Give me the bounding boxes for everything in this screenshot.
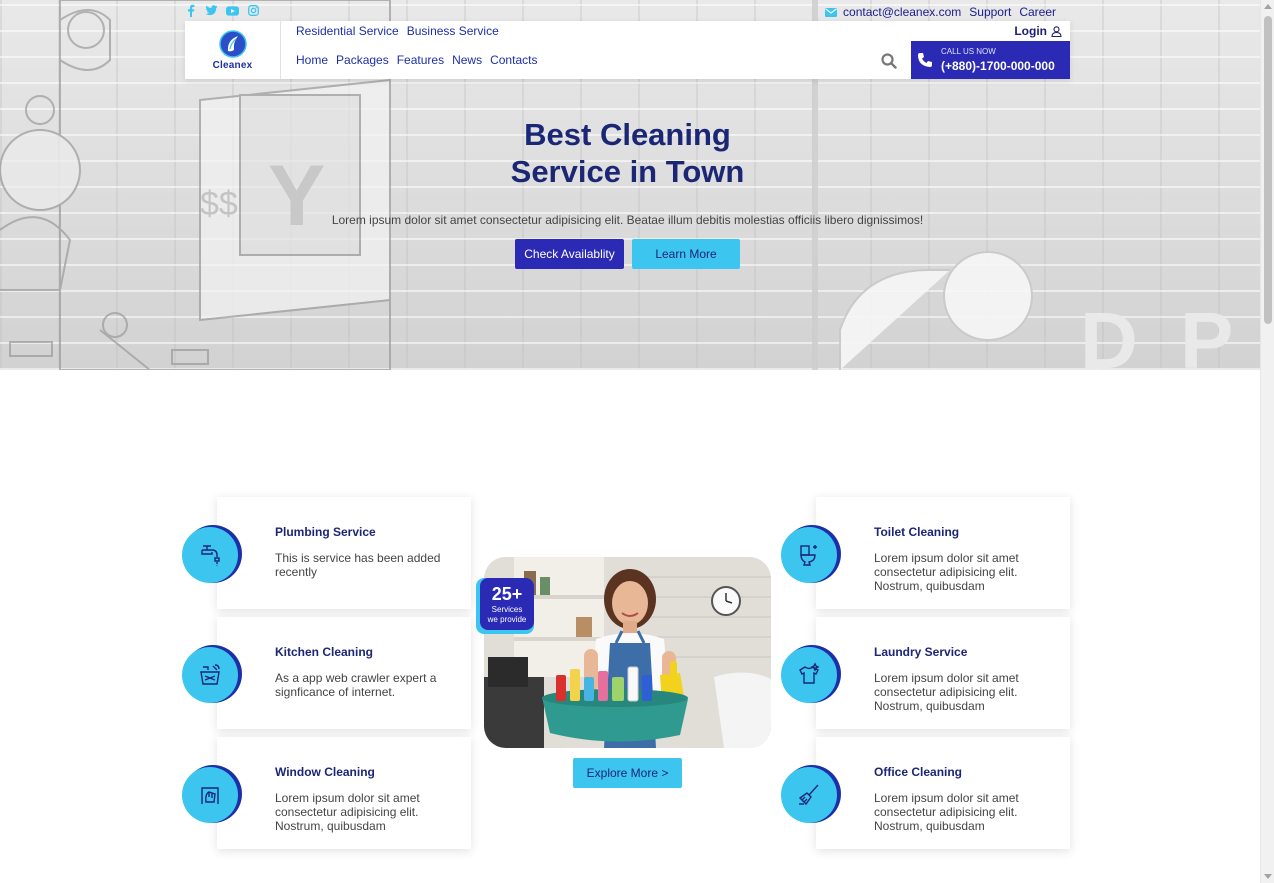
nav-news[interactable]: News xyxy=(452,53,482,67)
social-links xyxy=(184,4,260,17)
site-logo[interactable]: Cleanex xyxy=(185,21,281,79)
explore-more-button[interactable]: Explore More > xyxy=(573,758,682,788)
hero-title-line2: Service in Town xyxy=(510,154,745,189)
shirt-icon xyxy=(799,662,820,684)
toilet-icon xyxy=(800,545,817,566)
service-description: As a app web crawler expert a signficanc… xyxy=(275,671,437,699)
service-card-office[interactable]: Office Cleaning Lorem ipsum dolor sit am… xyxy=(816,737,1070,849)
badge-label-line1: Services xyxy=(491,605,523,614)
main-nav: Home Packages Features News Contacts xyxy=(296,53,537,67)
scroll-down-arrow-icon[interactable] xyxy=(1264,874,1272,879)
login-label: Login xyxy=(1014,24,1047,38)
hero-buttons: Check Availablity Learn More xyxy=(515,239,740,269)
kitchen-sink-icon xyxy=(200,664,220,685)
call-label: CALL US NOW xyxy=(941,47,996,56)
broom-icon xyxy=(798,784,819,806)
nav-business-service[interactable]: Business Service xyxy=(407,24,499,38)
nav-home[interactable]: Home xyxy=(296,53,328,67)
instagram-icon[interactable] xyxy=(247,4,260,17)
cleanex-logo-icon xyxy=(218,29,247,58)
topbar-career-link[interactable]: Career xyxy=(1019,5,1056,19)
call-number: (+880)-1700-000-000 xyxy=(941,59,1055,73)
call-us-box[interactable]: CALL US NOW (+880)-1700-000-000 xyxy=(911,41,1070,79)
service-title: Toilet Cleaning xyxy=(874,525,960,539)
services-count-badge: 25+ Services we provide xyxy=(476,578,534,634)
service-title: Office Cleaning xyxy=(874,765,963,779)
search-icon[interactable] xyxy=(881,53,897,69)
service-title: Kitchen Cleaning xyxy=(275,645,374,659)
facebook-icon[interactable] xyxy=(184,4,197,17)
service-title: Plumbing Service xyxy=(275,525,376,539)
service-description: Lorem ipsum dolor sit amet consectetur a… xyxy=(874,551,1019,593)
badge-label-line2: we provide xyxy=(487,615,527,624)
nav-area: Residential Service Business Service Hom… xyxy=(281,21,1070,79)
call-texts: CALL US NOW (+880)-1700-000-000 xyxy=(941,47,1055,73)
scroll-thumb[interactable] xyxy=(1264,16,1272,324)
service-description: Lorem ipsum dolor sit amet consectetur a… xyxy=(874,791,1019,833)
envelope-icon xyxy=(825,7,838,17)
badge-number: 25+ xyxy=(491,584,523,604)
svg-text:D: D xyxy=(1080,296,1138,370)
scroll-up-arrow-icon[interactable] xyxy=(1264,4,1272,9)
service-title: Window Cleaning xyxy=(275,765,375,779)
service-description: Lorem ipsum dolor sit amet consectetur a… xyxy=(275,791,420,833)
service-card-laundry[interactable]: Laundry Service Lorem ipsum dolor sit am… xyxy=(816,617,1070,729)
nav-features[interactable]: Features xyxy=(397,53,444,67)
learn-more-button[interactable]: Learn More xyxy=(632,239,740,269)
youtube-icon[interactable] xyxy=(226,4,239,17)
svg-text:P: P xyxy=(1180,296,1233,370)
service-title: Laundry Service xyxy=(874,645,968,659)
brand-name: Cleanex xyxy=(212,59,253,71)
service-card-toilet[interactable]: Toilet Cleaning Lorem ipsum dolor sit am… xyxy=(816,497,1070,609)
service-card-kitchen[interactable]: Kitchen Cleaning As a app web crawler ex… xyxy=(217,617,471,729)
login-link[interactable]: Login xyxy=(1014,24,1062,38)
topbar-contact-links: contact@cleanex.com Support Career xyxy=(825,5,1056,19)
check-availability-button[interactable]: Check Availablity xyxy=(515,239,624,269)
topbar-email-link[interactable]: contact@cleanex.com xyxy=(843,5,961,19)
user-icon xyxy=(1051,25,1062,37)
nav-packages[interactable]: Packages xyxy=(336,53,389,67)
twitter-icon[interactable] xyxy=(205,4,218,17)
window-wipe-icon xyxy=(201,787,219,804)
service-icon-kitchen xyxy=(182,645,242,705)
service-icon-toilet xyxy=(781,525,841,585)
service-card-plumbing[interactable]: Plumbing Service This is service has bee… xyxy=(217,497,471,609)
page-scrollbar[interactable] xyxy=(1260,0,1274,883)
faucet-icon xyxy=(201,545,220,566)
service-icon-plumbing xyxy=(182,525,242,585)
phone-icon xyxy=(918,53,932,67)
nav-contacts[interactable]: Contacts xyxy=(490,53,537,67)
hero-title-line1: Best Cleaning xyxy=(524,117,731,152)
service-card-window[interactable]: Window Cleaning Lorem ipsum dolor sit am… xyxy=(217,737,471,849)
service-icon-window xyxy=(182,765,242,825)
topbar-support-link[interactable]: Support xyxy=(969,5,1011,19)
site-header: Cleanex Residential Service Business Ser… xyxy=(185,21,1070,79)
hero-title: Best Cleaning Service in Town xyxy=(0,116,1255,190)
hero-subtitle: Lorem ipsum dolor sit amet consectetur a… xyxy=(331,213,924,227)
service-description: Lorem ipsum dolor sit amet consectetur a… xyxy=(874,671,1019,713)
service-icon-laundry xyxy=(781,645,841,705)
service-description: This is service has been added recently xyxy=(275,551,441,579)
service-icon-office xyxy=(781,765,841,825)
hero-section: Y $$ D P contact@cleanex.com Support Car… xyxy=(0,0,1260,370)
nav-residential-service[interactable]: Residential Service xyxy=(296,24,399,38)
secondary-nav: Residential Service Business Service xyxy=(296,24,499,38)
